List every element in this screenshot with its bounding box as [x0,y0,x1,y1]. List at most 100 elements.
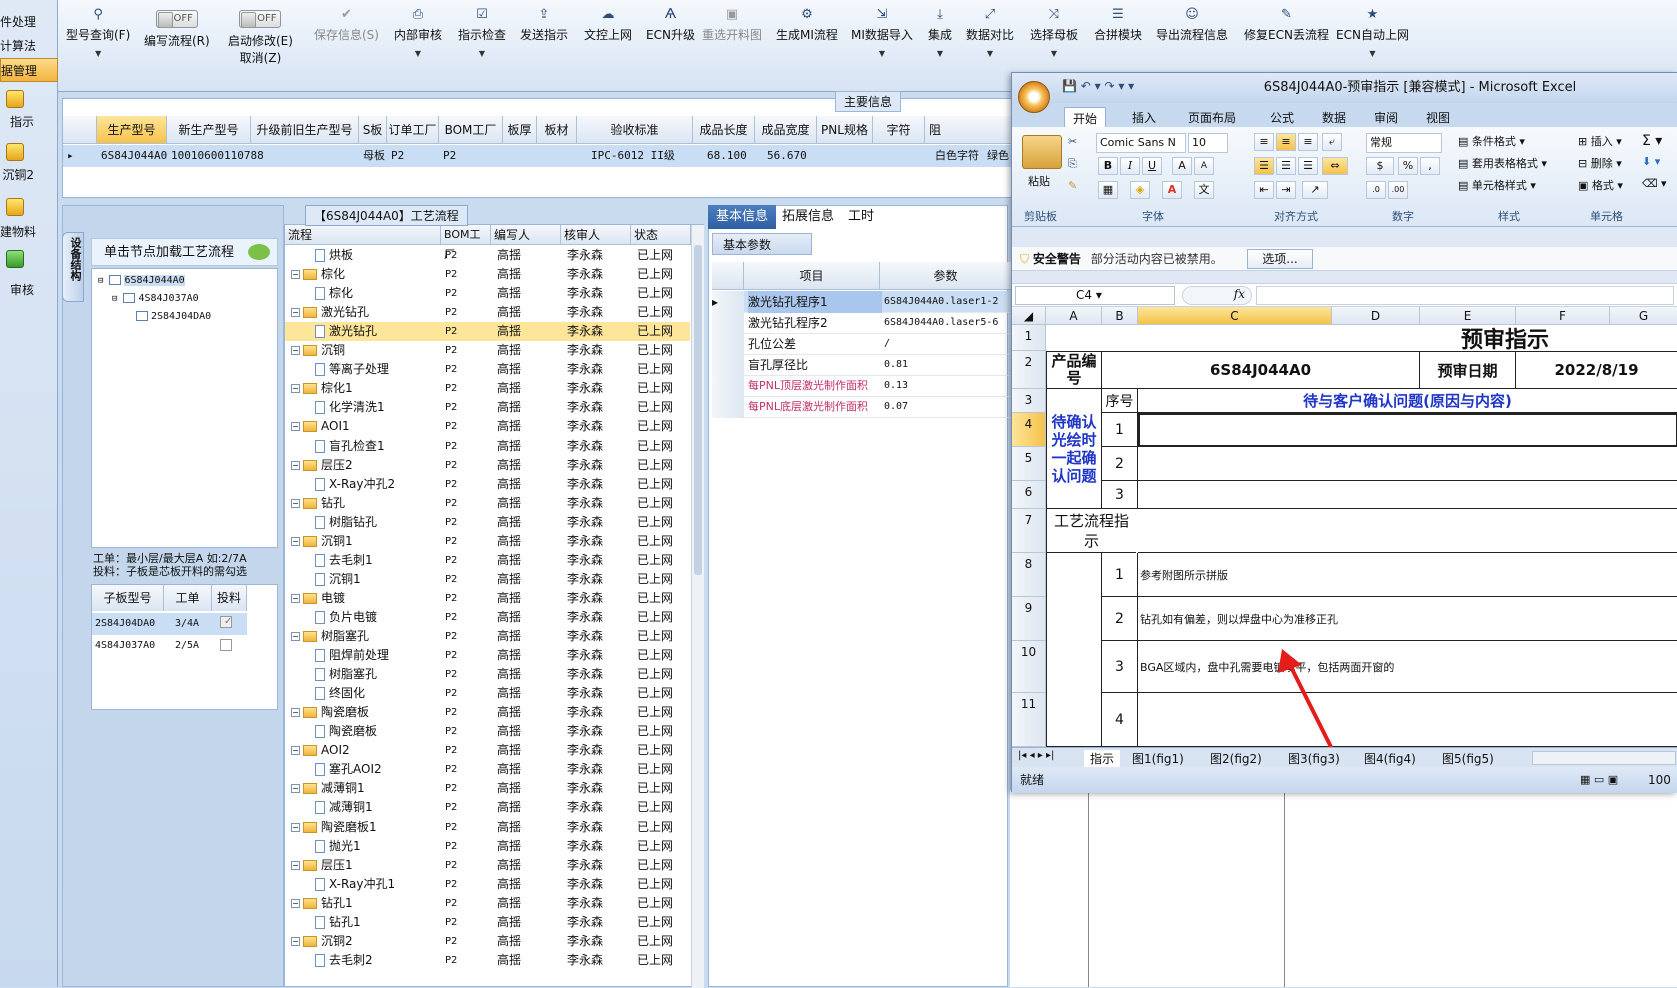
vertical-scrollbar[interactable] [691,225,704,988]
table-format-button[interactable]: ▤ 套用表格格式 ▾ [1458,155,1547,171]
process-row[interactable]: 去毛刺1 P2 高揺 李永森 已上网 [285,551,690,570]
formula-input[interactable] [1256,286,1674,305]
tab-work-hours[interactable]: 工时 [840,205,882,229]
item-number[interactable]: 3 [1102,481,1138,509]
col-header[interactable]: 状态 [631,225,691,245]
nav-item-7[interactable]: 审核 [0,278,58,302]
col-header[interactable]: S板 [359,116,387,144]
process-row[interactable]: − 棕化1 P2 高揺 李永森 已上网 [285,379,690,398]
col-header[interactable]: PNL规格 [817,116,873,144]
sheet-tab[interactable]: 图1(fig1) [1132,750,1184,767]
process-label[interactable]: 工艺流程指示 [1046,509,1136,553]
tab-formulas[interactable]: 公式 [1262,107,1302,128]
orientation-button[interactable]: ↗ [1302,181,1328,199]
row-3[interactable]: 3 [1012,389,1046,413]
col-header[interactable]: 字符 [873,116,925,144]
instruction-text[interactable]: BGA区域内，盘中孔需要电镀填平，包括两面开窗的 [1138,641,1677,693]
param-row[interactable]: 盲孔厚径比 0.81 [712,354,1012,376]
cell[interactable]: 母板 [359,145,387,167]
toggle-switch[interactable]: OFF [239,10,282,28]
collapse-icon[interactable]: − [291,536,300,546]
col-header[interactable]: 核审人 [561,225,631,245]
collapse-icon[interactable]: − [291,422,300,432]
sheet-tab[interactable]: 指示 [1084,750,1121,767]
process-row[interactable]: − 树脂塞孔 P2 高揺 李永森 已上网 [285,627,690,646]
percent-button[interactable]: % [1398,157,1418,175]
instruction-number[interactable]: 4 [1102,693,1138,747]
param-row[interactable]: 每PNL底层激光制作面积 0.07 [712,396,1012,418]
process-row[interactable]: 棕化 P2 高揺 李永森 已上网 [285,284,690,303]
collapse-icon[interactable]: − [291,460,300,470]
conditional-format-button[interactable]: ▤ 条件格式 ▾ [1458,133,1525,149]
process-row[interactable]: 等离子处理 P2 高揺 李永森 已上网 [285,360,690,379]
process-row[interactable]: X-Ray冲孔1 P2 高揺 李永森 已上网 [285,875,690,894]
cell-style-button[interactable]: ▤ 单元格样式 ▾ [1458,177,1536,193]
row-1[interactable]: 1 [1012,325,1046,351]
cell[interactable]: 6S84J044A0 [97,145,167,167]
cell[interactable]: 2/5A [172,635,212,657]
align-left-button[interactable]: ☰ [1254,157,1274,175]
align-right-button[interactable]: ☰ [1298,157,1318,175]
clear-icon[interactable]: ⌫ ▾ [1642,177,1667,190]
office-button[interactable] [1018,81,1050,113]
options-button[interactable]: 选项... [1247,249,1313,269]
checkbox[interactable] [220,639,232,651]
process-row[interactable]: − 钻孔1 P2 高揺 李永森 已上网 [285,894,690,913]
worksheet[interactable]: ◢ A B C D E F G 1 2 3 4 5 6 7 8 9 10 11 … [1012,307,1677,747]
integrate-button[interactable]: ⤓ 集成 ▼ [928,8,952,59]
checkbox[interactable]: ✓ [220,616,232,628]
write-flow-toggle[interactable]: OFF 编写流程(R) [144,4,210,49]
copy-icon[interactable]: ⎘ [1068,157,1077,171]
process-row[interactable]: − 沉铜2 P2 高揺 李永森 已上网 [285,932,690,951]
tab-home[interactable]: 开始 [1064,107,1107,129]
nav-item-6[interactable]: 建物料 [0,220,58,244]
decrease-decimal-button[interactable]: .00 [1388,181,1408,199]
ecn-auto-button[interactable]: ★ ECN自动上网 ▼ [1336,8,1409,59]
process-row[interactable]: − 沉铜 P2 高揺 李永森 已上网 [285,341,690,360]
instruction-number[interactable]: 2 [1102,597,1138,641]
col-header[interactable]: 成品宽度 [755,116,817,144]
data-compare-button[interactable]: ⤢ 数据对比 ▼ [966,8,1014,59]
nav-item-5[interactable]: 沉铜2 [0,163,58,187]
col-header[interactable]: 编写人 [491,225,561,245]
align-top-button[interactable]: ≡ [1254,133,1274,151]
col-header[interactable]: 流程 [285,225,441,245]
process-row[interactable]: 树脂钻孔 P2 高揺 李永森 已上网 [285,513,690,532]
horizontal-scrollbar[interactable] [1532,751,1676,765]
border-button[interactable]: ▦ [1098,181,1118,199]
process-row[interactable]: − 层压1 P2 高揺 李永森 已上网 [285,856,690,875]
cell[interactable]: 10010600110788 [167,145,264,167]
process-row[interactable]: X-Ray冲孔2 P2 高揺 李永森 已上网 [285,475,690,494]
col-header[interactable]: 子板型号 [92,585,164,611]
row-2[interactable]: 2 [1012,351,1046,389]
instruction-text[interactable]: 钻孔如有偏差，则以焊盘中心为准移正孔 [1138,597,1677,641]
item-text[interactable] [1138,447,1677,481]
col-header[interactable]: 订单工厂 [387,116,439,144]
font-name-select[interactable]: Comic Sans N [1096,133,1186,153]
row-7[interactable]: 7 [1012,509,1046,553]
col-header[interactable]: 阻 [925,116,1023,144]
instruction-text[interactable] [1138,693,1677,747]
select-master-button[interactable]: ⤨ 选择母板 ▼ [1030,8,1078,59]
font-color-button[interactable]: A [1162,181,1182,199]
cell[interactable]: 3/4A [172,613,212,635]
col-header[interactable]: 板材 [537,116,577,144]
col-b[interactable]: B [1102,307,1138,325]
number-format-select[interactable]: 常规 [1366,133,1442,153]
nav-item-2[interactable]: 计算法 [0,34,58,58]
fx-button[interactable]: fx [1182,286,1252,305]
sheet-tab[interactable]: 图3(fig3) [1288,750,1340,767]
nav-item-1[interactable]: 件处理 [0,10,58,34]
collapse-icon[interactable]: − [291,270,300,280]
comma-button[interactable]: , [1420,157,1440,175]
process-row[interactable]: − 棕化 P2 高揺 李永森 已上网 [285,265,690,284]
product-label[interactable]: 产品编号 [1046,351,1102,389]
col-header[interactable]: 板厚 [503,116,537,144]
nav-item-4[interactable]: 指示 [0,110,58,134]
col-header[interactable]: BOM工厂 [441,225,491,261]
col-d[interactable]: D [1332,307,1420,325]
sum-icon[interactable]: Σ ▾ [1642,133,1662,149]
fill-down-icon[interactable]: ⬇ ▾ [1642,155,1660,168]
process-text[interactable] [1138,509,1677,553]
process-row[interactable]: − AOI2 P2 高揺 李永森 已上网 [285,741,690,760]
